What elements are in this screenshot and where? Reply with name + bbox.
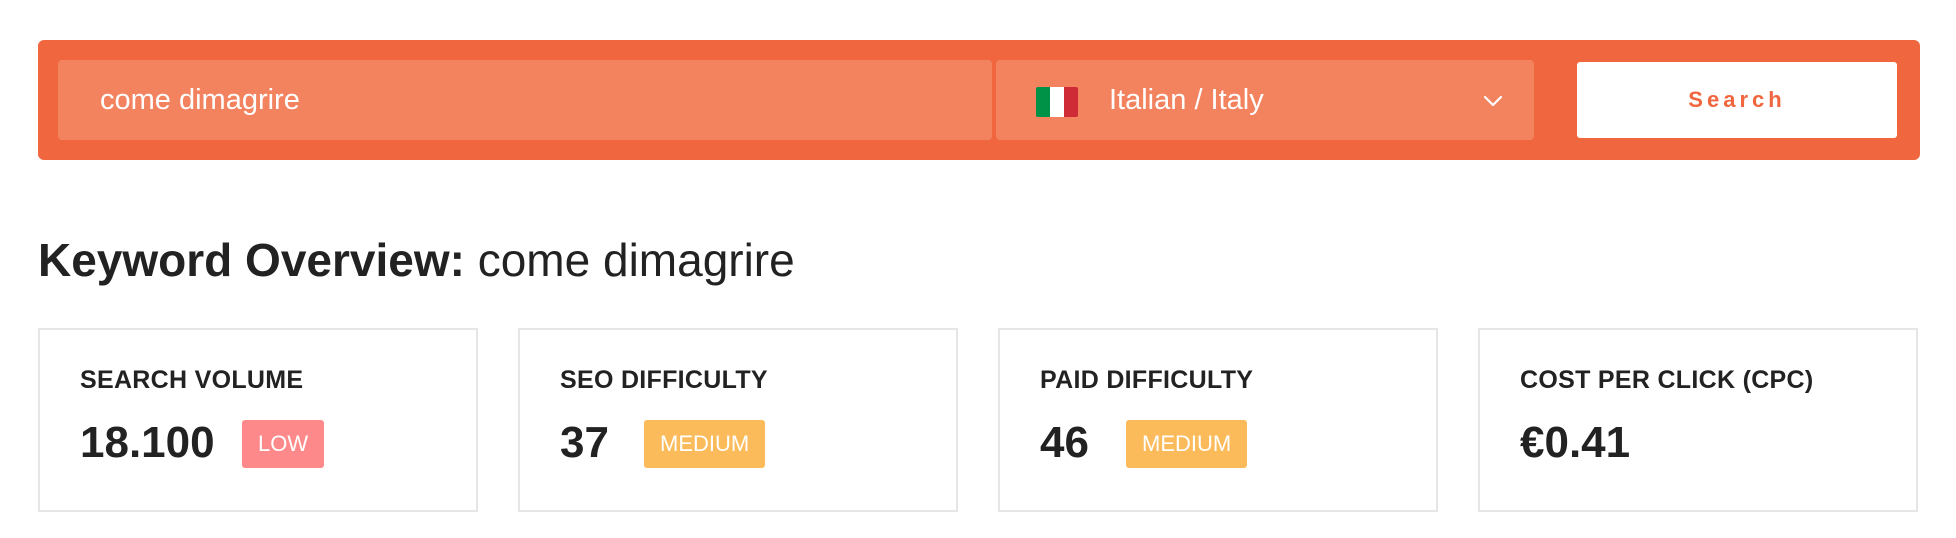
seo-difficulty-card: SEO DIFFICULTY 37 MEDIUM [518, 328, 958, 512]
flag-stripe-green [1036, 87, 1050, 117]
seo-difficulty-value: 37 [560, 418, 609, 467]
title-prefix: Keyword Overview: [38, 234, 465, 286]
search-volume-card: SEARCH VOLUME 18.100 LOW [38, 328, 478, 512]
flag-stripe-white [1050, 87, 1064, 117]
paid-difficulty-card: PAID DIFFICULTY 46 MEDIUM [998, 328, 1438, 512]
search-volume-badge: LOW [242, 420, 325, 468]
page-title: Keyword Overview: come dimagrire [38, 228, 795, 292]
seo-difficulty-label: SEO DIFFICULTY [560, 366, 768, 394]
paid-difficulty-value: 46 [1040, 418, 1089, 467]
search-volume-value: 18.100 [80, 418, 215, 467]
cost-per-click-label: COST PER CLICK (CPC) [1520, 366, 1814, 394]
locale-label: Italian / Italy [1109, 84, 1264, 116]
chevron-down-icon [1483, 95, 1503, 107]
search-button[interactable]: Search [1577, 62, 1897, 138]
language-country-select[interactable]: Italian / Italy [996, 60, 1534, 140]
italy-flag-icon [1036, 87, 1078, 117]
paid-difficulty-badge: MEDIUM [1126, 420, 1248, 468]
title-keyword: come dimagrire [477, 234, 795, 286]
flag-stripe-red [1064, 87, 1078, 117]
cost-per-click-value: €0.41 [1520, 418, 1631, 467]
keyword-search-bar: Italian / Italy Search [38, 40, 1920, 160]
keyword-search-input[interactable] [58, 60, 992, 140]
search-volume-label: SEARCH VOLUME [80, 366, 304, 394]
cost-per-click-card: COST PER CLICK (CPC) €0.41 [1478, 328, 1918, 512]
paid-difficulty-label: PAID DIFFICULTY [1040, 366, 1254, 394]
seo-difficulty-badge: MEDIUM [644, 420, 766, 468]
